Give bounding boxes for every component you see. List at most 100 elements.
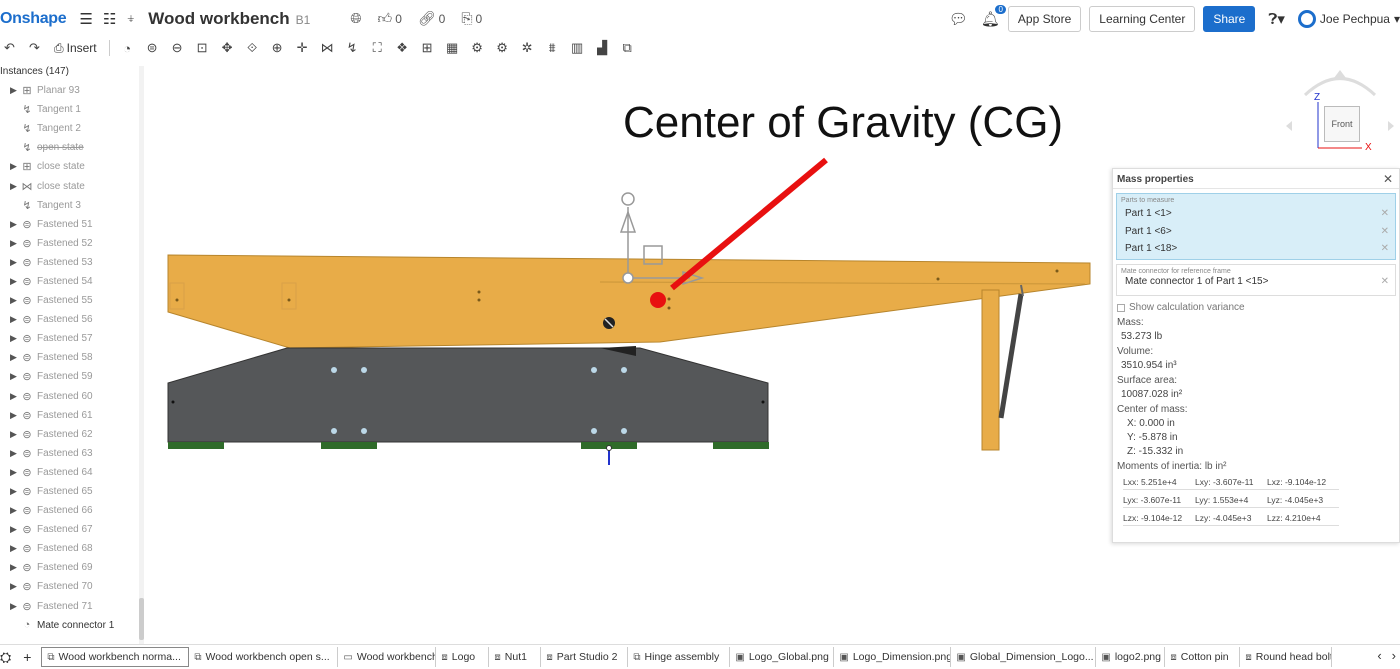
measure-icon[interactable]: ▟ <box>593 40 612 56</box>
expand-arrow-icon[interactable]: ▶ <box>10 467 20 478</box>
tab-part-studio[interactable]: ⧈ Nut1 <box>489 647 542 667</box>
expand-arrow-icon[interactable]: ▶ <box>10 276 20 287</box>
expand-arrow-icon[interactable]: ▶ <box>10 429 20 440</box>
part-item[interactable]: Part 1 <6> ✕ <box>1117 223 1395 241</box>
tab-image[interactable]: ▣ Global_Dimension_Logo... <box>951 647 1097 667</box>
help-icon[interactable]: ❓︎▾ <box>1268 10 1285 28</box>
show-variance-option[interactable]: Show calculation variance <box>1117 302 1395 313</box>
remove-icon[interactable]: ✕ <box>1381 276 1389 287</box>
workbench-base[interactable] <box>167 347 769 443</box>
expand-arrow-icon[interactable]: ▶ <box>10 486 20 497</box>
expand-arrow-icon[interactable]: ▶ <box>10 581 20 592</box>
comments-icon[interactable]: 💬︎ <box>949 10 968 28</box>
tab-assembly[interactable]: ⧉ Wood workbench norma... <box>41 647 190 667</box>
document-title[interactable]: Wood workbench <box>148 9 289 29</box>
instance-item[interactable]: ▶ ⊜ Fastened 56 <box>0 310 146 329</box>
gear-relation-icon[interactable]: ▦ <box>443 40 462 56</box>
instance-item[interactable]: ▶ ⊜ Fastened 64 <box>0 463 146 482</box>
chevron-left-icon[interactable]: ‹ <box>1377 648 1381 663</box>
pattern-icon[interactable]: ⊞ <box>418 40 437 56</box>
menu-icon[interactable]: ☰ <box>79 10 92 28</box>
expand-arrow-icon[interactable]: ▶ <box>10 314 20 325</box>
tab-part-studio[interactable]: ⧈ Logo <box>436 647 490 667</box>
expand-arrow-icon[interactable]: ▶ <box>10 219 20 230</box>
part-item[interactable]: Part 1 <18> ✕ <box>1117 240 1395 258</box>
group-icon[interactable]: ⛶ <box>368 40 387 56</box>
instance-item[interactable]: ▶ ⊜ Fastened 60 <box>0 387 146 406</box>
instance-item[interactable]: ▶↯open state <box>0 138 146 157</box>
manipulator-plane-handle[interactable] <box>643 245 663 265</box>
expand-arrow-icon[interactable]: ▶ <box>10 601 20 612</box>
instance-item[interactable]: ▶ ⊜ Fastened 67 <box>0 520 146 539</box>
parallel-mate-icon[interactable]: ⋈ <box>318 40 337 56</box>
instance-item[interactable]: ▶ ⊜ Fastened 65 <box>0 482 146 501</box>
ball-mate-icon[interactable]: ✛ <box>293 40 312 56</box>
manipulator-z-arrow[interactable] <box>619 209 637 233</box>
app-store-button[interactable]: App Store <box>1007 5 1082 32</box>
expand-arrow-icon[interactable]: ▶ <box>10 505 20 516</box>
learning-center-button[interactable]: Learning Center <box>1089 5 1196 32</box>
branch-label[interactable]: B1 <box>296 13 311 27</box>
tab-image[interactable]: ▣ logo2.png <box>1096 647 1166 667</box>
instance-item[interactable]: ▶ ⊜ Fastened 54 <box>0 272 146 291</box>
replicate-icon[interactable]: ❖ <box>393 40 412 56</box>
mate-connector-icon[interactable]: ◔ <box>118 41 137 56</box>
instance-item[interactable]: ▶ ⊜ Fastened 70 <box>0 577 146 596</box>
tab-image[interactable]: ▣ Logo_Global.png <box>730 647 835 667</box>
onshape-logo[interactable]: Onshape <box>0 10 67 28</box>
notifications-icon[interactable]: 🔔︎ 0 <box>981 4 1006 28</box>
variance-checkbox[interactable] <box>1117 303 1125 312</box>
tab-part-studio[interactable]: ⧈ Round head bolt <box>1240 647 1333 667</box>
instance-item[interactable]: ▶ ⊜ Fastened 59 <box>0 367 146 386</box>
tab-drawing[interactable]: ▭ Wood workbench <box>338 647 437 667</box>
expand-arrow-icon[interactable]: ▶ <box>10 333 20 344</box>
instance-item[interactable]: ▶ ⋈ close state <box>0 176 146 195</box>
expand-arrow-icon[interactable]: ▶ <box>10 391 20 402</box>
expand-arrow-icon[interactable]: ▶ <box>10 161 20 172</box>
redo-icon[interactable]: ↷ <box>25 40 44 56</box>
view-cube[interactable]: Z X Front <box>1300 70 1400 155</box>
instance-item[interactable]: ▶ ⊜ Fastened 62 <box>0 425 146 444</box>
tab-image[interactable]: ▣ Logo_Dimension.png <box>834 647 952 667</box>
fastened-mate-icon[interactable]: ⊜ <box>143 40 162 56</box>
cylindrical-mate-icon[interactable]: ⟐ <box>243 40 262 56</box>
expand-arrow-icon[interactable]: ▶ <box>10 448 20 459</box>
parts-to-measure-field[interactable]: Parts to measure Part 1 <1> ✕ Part 1 <6> ✕… <box>1116 193 1396 260</box>
feature-list-icon[interactable]: ☷ <box>103 10 116 28</box>
instance-item[interactable]: ▶ ⊜ Fastened 68 <box>0 539 146 558</box>
instance-item[interactable]: ▶ ⊞ close state <box>0 157 146 176</box>
copies-counter[interactable]: ⎘ 0 <box>461 10 482 27</box>
tangent-mate-icon[interactable]: ↯ <box>343 40 362 56</box>
close-icon[interactable]: ✕ <box>1383 172 1393 186</box>
likes-counter[interactable]: 👍︎ 0 <box>378 10 402 27</box>
expand-arrow-icon[interactable]: ▶ <box>10 257 20 268</box>
expand-arrow-icon[interactable]: ▶ <box>10 181 20 192</box>
instance-item[interactable]: ▶ ⊜ Fastened 66 <box>0 501 146 520</box>
expand-arrow-icon[interactable]: ▶ <box>10 543 20 554</box>
screw-relation-icon[interactable]: ⚙ <box>493 40 512 56</box>
insert-button[interactable]: ⎙ Insert <box>54 41 97 56</box>
instance-item[interactable]: ▶ ⊜ Fastened 69 <box>0 558 146 577</box>
instance-item[interactable]: ▶↯Tangent 1 <box>0 100 146 119</box>
knob[interactable] <box>603 317 615 329</box>
expand-arrow-icon[interactable]: ▶ <box>10 352 20 363</box>
instance-item[interactable]: ▶ ⊜ Fastened 57 <box>0 329 146 348</box>
expand-arrow-icon[interactable]: ▶ <box>10 371 20 382</box>
instance-item[interactable]: ▶ ⊜ Fastened 52 <box>0 234 146 253</box>
expand-arrow-icon[interactable]: ▶ <box>10 524 20 535</box>
section-icon[interactable]: ▥ <box>568 40 587 56</box>
instance-item[interactable]: ▶ ⊜ Fastened 58 <box>0 348 146 367</box>
tab-part-studio[interactable]: ⧈ Cotton pin <box>1165 647 1241 667</box>
expand-arrow-icon[interactable]: ▶ <box>10 85 20 96</box>
instance-item[interactable]: ▶ ⊜ Fastened 61 <box>0 406 146 425</box>
instance-item[interactable]: ▶ ⊜ Fastened 55 <box>0 291 146 310</box>
viewcube-left-arrow[interactable] <box>1286 121 1292 131</box>
linear-relation-icon[interactable]: ✲ <box>518 40 537 56</box>
pin-slot-mate-icon[interactable]: ⊕ <box>268 40 287 56</box>
instance-item[interactable]: ▶↯Tangent 2 <box>0 119 146 138</box>
share-button[interactable]: Share <box>1203 5 1256 32</box>
remove-icon[interactable]: ✕ <box>1381 243 1389 254</box>
manipulator-x-arrow[interactable] <box>682 270 705 286</box>
named-positions-icon[interactable]: ⧉ <box>618 40 637 56</box>
part-item[interactable]: Part 1 <1> ✕ <box>1117 205 1395 223</box>
